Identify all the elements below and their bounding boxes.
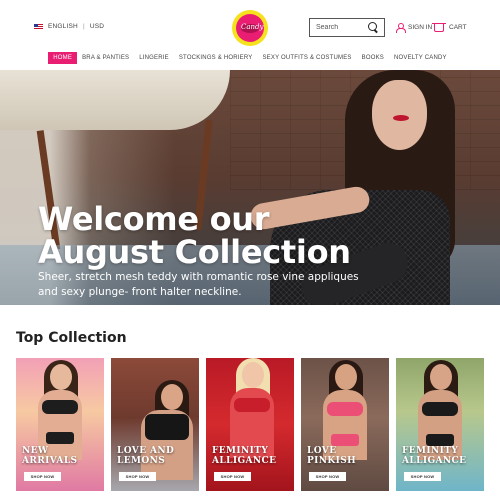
nav-item-sexy-outfits[interactable]: SEXY OUTFITS & COSTUMES: [257, 52, 356, 64]
collection-card[interactable]: LOVE AND LEMONS SHOP NOW: [111, 358, 199, 491]
card-label: LOVE AND LEMONS: [117, 446, 175, 466]
language-label[interactable]: ENGLISH: [48, 23, 78, 30]
model-head: [161, 384, 183, 410]
hero-subtitle: Sheer, stretch mesh teddy with romantic …: [38, 271, 359, 298]
user-icon: [396, 23, 406, 33]
currency-label[interactable]: USD: [90, 23, 104, 30]
collection-card[interactable]: FEMINITY ALLIGANCE SHOP NOW: [206, 358, 294, 491]
model-bra: [422, 402, 458, 416]
model-panty: [331, 434, 359, 446]
nav-item-bra-panties[interactable]: BRA & PANTIES: [77, 52, 134, 64]
top-bar: ENGLISH | USD Candy SIGN IN CART: [0, 0, 500, 52]
shop-now-button[interactable]: SHOP NOW: [309, 472, 346, 481]
us-flag-icon: [34, 23, 43, 30]
shop-now-button[interactable]: SHOP NOW: [119, 472, 156, 481]
model-head: [242, 362, 264, 388]
locale-divider: |: [82, 23, 85, 30]
main-nav: HOME BRA & PANTIES LINGERIE STOCKINGS & …: [0, 51, 500, 65]
search-box[interactable]: [309, 18, 385, 37]
cart-label: CART: [449, 23, 467, 31]
site-logo[interactable]: Candy: [232, 10, 268, 46]
collection-card[interactable]: LOVE PINKISH SHOP NOW: [301, 358, 389, 491]
model-bodystocking: [234, 398, 270, 412]
model-teddy: [145, 414, 189, 440]
sign-in-label: SIGN IN: [408, 24, 433, 31]
card-label: NEW ARRIVALS: [22, 446, 78, 466]
collection-card[interactable]: FEMINITY ALLIGANCE SHOP NOW: [396, 358, 484, 491]
collection-cards: NEW ARRIVALS SHOP NOW LOVE AND LEMONS SH…: [16, 358, 484, 491]
hero-title: Welcome our August Collection: [38, 203, 351, 269]
model-bra: [327, 402, 363, 416]
hero-banner[interactable]: Welcome our August Collection Sheer, str…: [0, 70, 500, 305]
nav-item-books[interactable]: BOOKS: [357, 52, 389, 64]
nav-item-stockings[interactable]: STOCKINGS & HORIERY: [174, 52, 258, 64]
locale-selector[interactable]: ENGLISH | USD: [34, 23, 104, 30]
search-input[interactable]: [316, 24, 368, 31]
collection-card[interactable]: NEW ARRIVALS SHOP NOW: [16, 358, 104, 491]
nav-item-novelty-candy[interactable]: NOVELTY CANDY: [389, 52, 452, 64]
model-head: [50, 364, 72, 390]
shop-now-button[interactable]: SHOP NOW: [404, 472, 441, 481]
model-head: [430, 364, 452, 390]
model-bra: [42, 400, 78, 414]
logo-text: Candy: [241, 23, 264, 31]
logo-lips-icon: Candy: [236, 14, 264, 42]
section-title-top-collection: Top Collection: [16, 330, 127, 346]
nav-item-home[interactable]: HOME: [48, 52, 78, 64]
card-label: FEMINITY ALLIGANCE: [402, 446, 467, 466]
model-head: [335, 364, 357, 390]
card-label: FEMINITY ALLIGANCE: [212, 446, 277, 466]
model-panty: [426, 434, 454, 446]
hero-title-line2: August Collection: [38, 233, 351, 271]
card-label: LOVE PINKISH: [307, 446, 357, 466]
search-icon[interactable]: [368, 22, 378, 33]
hero-model-lips: [393, 115, 409, 121]
nav-item-lingerie[interactable]: LINGERIE: [134, 52, 174, 64]
shop-now-button[interactable]: SHOP NOW: [24, 472, 61, 481]
cart-icon: [432, 23, 446, 32]
shop-now-button[interactable]: SHOP NOW: [214, 472, 251, 481]
sign-in-link[interactable]: SIGN IN: [396, 23, 433, 33]
cart-link[interactable]: CART: [432, 22, 467, 32]
model-panty: [46, 432, 74, 444]
